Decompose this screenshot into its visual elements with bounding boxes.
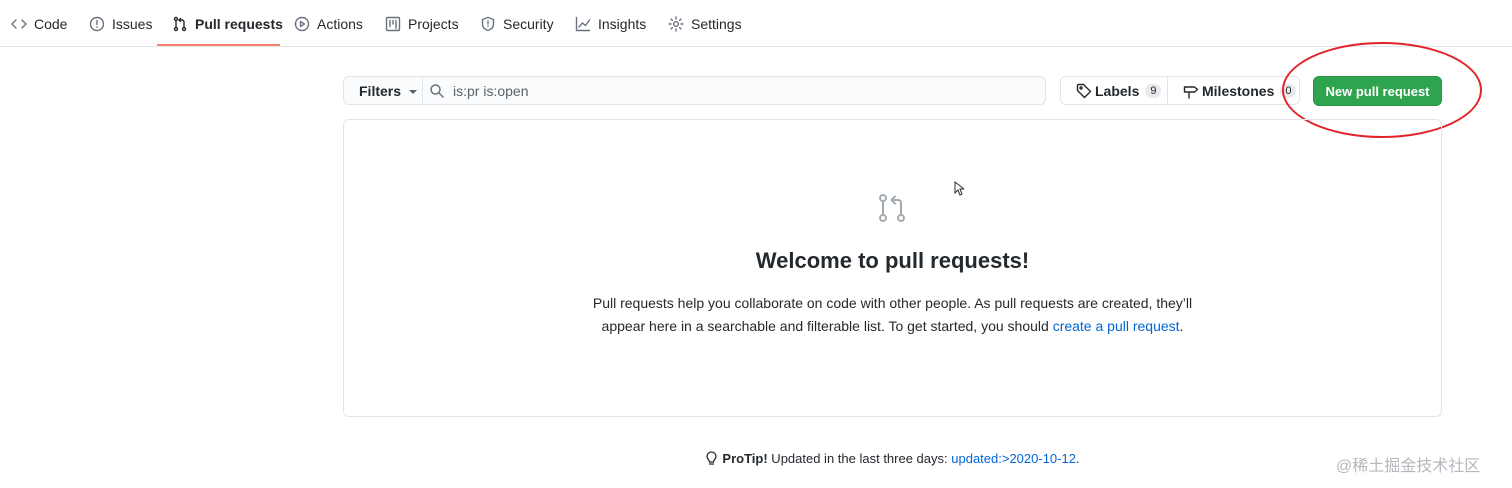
tab-insights-label: Insights — [598, 15, 647, 32]
tab-pull-requests-label: Pull requests — [195, 15, 283, 32]
tab-security[interactable]: Security — [480, 0, 554, 47]
pull-request-icon — [173, 16, 187, 31]
blankslate-panel: Welcome to pull requests! Pull requests … — [343, 119, 1442, 417]
tab-projects[interactable]: Projects — [385, 0, 459, 47]
pull-request-icon — [879, 194, 905, 222]
code-icon — [11, 18, 27, 29]
blankslate-title: Welcome to pull requests! — [755, 248, 1030, 273]
protip-end: . — [1075, 451, 1080, 466]
issue-icon — [89, 16, 105, 31]
tab-code-label: Code — [34, 15, 68, 32]
tab-issues[interactable]: Issues — [89, 0, 152, 47]
play-icon — [294, 16, 310, 31]
tab-settings-label: Settings — [691, 15, 742, 32]
blankslate-text-end: . — [1179, 318, 1184, 334]
labels-count: 9 — [1145, 83, 1162, 98]
labels-link[interactable]: Labels 9 — [1061, 77, 1168, 104]
shield-icon — [481, 16, 495, 31]
labels-label: Labels — [1095, 82, 1140, 99]
milestones-label: Milestones — [1202, 82, 1275, 99]
tab-security-label: Security — [503, 15, 554, 32]
protip-label: ProTip! — [722, 451, 768, 466]
search-icon — [430, 83, 444, 98]
protip-link[interactable]: updated:>2020-10-12 — [951, 451, 1076, 466]
search-box — [422, 76, 1046, 105]
gear-icon — [668, 15, 684, 32]
protip: ProTip! Updated in the last three days: … — [0, 451, 1512, 466]
tab-insights[interactable]: Insights — [575, 0, 646, 47]
caret-down-icon — [409, 89, 418, 94]
filters-label: Filters — [359, 82, 402, 99]
tag-icon — [1076, 83, 1092, 98]
protip-text: Updated in the last three days: — [767, 451, 952, 466]
filters-dropdown[interactable]: Filters — [343, 76, 423, 105]
tab-issues-label: Issues — [112, 15, 153, 32]
create-pull-request-link[interactable]: create a pull request — [1053, 318, 1180, 334]
tab-actions-label: Actions — [317, 15, 363, 32]
project-icon — [385, 16, 401, 31]
graph-icon — [575, 16, 591, 31]
selected-tab-underline — [157, 44, 280, 46]
watermark: @稀土掘金技术社区 — [1336, 458, 1481, 475]
blankslate-description: Pull requests help you collaborate on co… — [574, 292, 1211, 338]
tab-actions[interactable]: Actions — [294, 0, 363, 47]
repo-tabnav: Code Issues Pull requests Actions Projec… — [0, 0, 1512, 47]
mouse-pointer-icon — [954, 181, 964, 196]
tab-settings[interactable]: Settings — [668, 0, 742, 47]
milestones-link[interactable]: Milestones 0 — [1168, 77, 1297, 104]
tab-pull-requests[interactable]: Pull requests — [172, 0, 283, 47]
labels-milestones-group: Labels 9 Milestones 0 — [1060, 76, 1300, 105]
search-input[interactable] — [453, 82, 1013, 99]
tab-code[interactable]: Code — [11, 0, 67, 47]
light-bulb-icon — [706, 451, 718, 465]
tab-projects-label: Projects — [408, 15, 459, 32]
milestone-icon — [1183, 85, 1199, 99]
